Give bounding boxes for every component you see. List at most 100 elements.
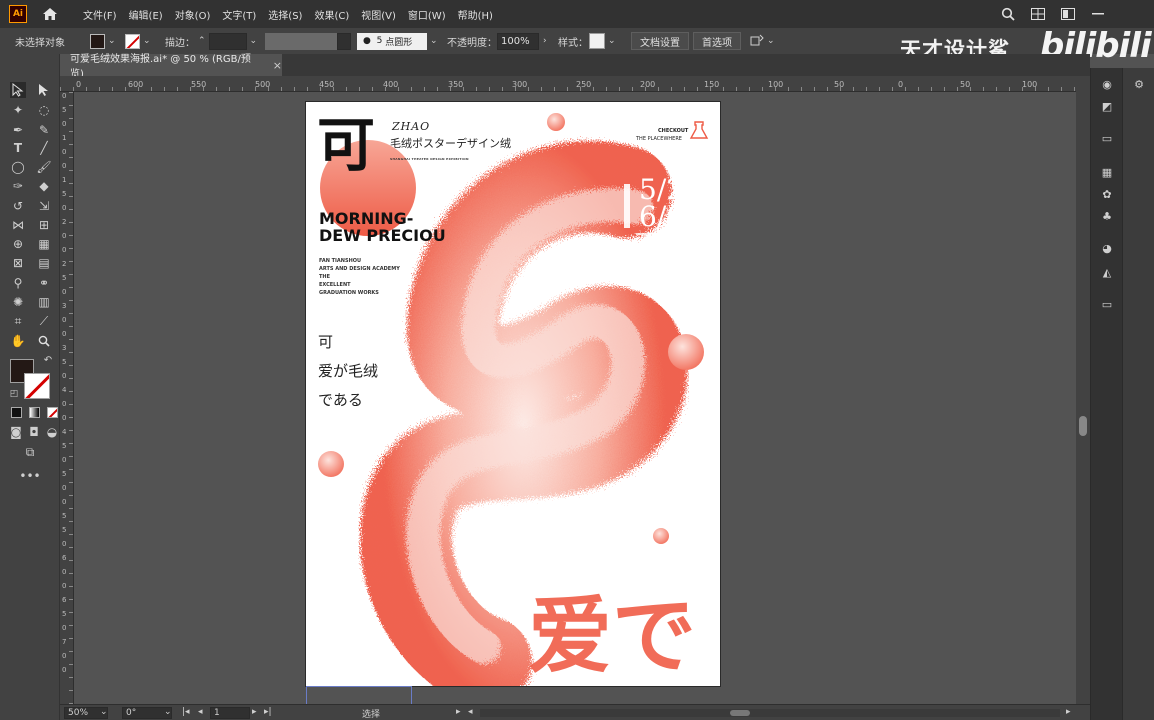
scroll-right-icon[interactable]: ▸ (1066, 707, 1071, 717)
fill-color-control[interactable]: ⌄ (90, 32, 116, 50)
stroke-weight-input[interactable] (208, 32, 247, 50)
document-setup-button[interactable]: 文档设置 (631, 32, 689, 50)
minimize-icon[interactable] (1088, 4, 1108, 24)
selection-tool-icon[interactable] (10, 82, 26, 98)
zoom-tool-icon[interactable] (36, 333, 52, 349)
menu-object[interactable]: 对象(O) (175, 7, 211, 22)
shape-builder-icon[interactable]: ⊕ (10, 236, 26, 252)
curvature-tool-icon[interactable]: ✎ (36, 122, 52, 138)
document-tab[interactable]: 可爱毛绒效果海报.ai* @ 50 % (RGB/预览) × (60, 54, 282, 80)
menu-view[interactable]: 视图(V) (361, 7, 396, 22)
rotate-tool-icon[interactable]: ↺ (10, 198, 26, 214)
eyedropper-icon[interactable]: ⚲ (10, 275, 26, 291)
eraser-icon[interactable]: ◆ (36, 178, 52, 194)
scrollbar-thumb[interactable] (730, 710, 750, 716)
line-tool-icon[interactable]: ╱ (36, 140, 52, 156)
pen-tool-icon[interactable]: ✒ (10, 122, 26, 138)
color-guide-icon[interactable]: ◩ (1099, 98, 1115, 114)
more-tools-icon[interactable]: ••• (19, 468, 40, 484)
mesh-tool-icon[interactable]: ⊠ (10, 255, 26, 271)
free-transform-icon[interactable]: ⊞ (36, 217, 52, 233)
stroke-color-control[interactable]: ⌄ (125, 32, 151, 50)
chevron-down-icon[interactable]: ⌄ (100, 707, 108, 717)
opacity-input[interactable]: 100% (497, 32, 539, 50)
blend-tool-icon[interactable]: ⚭ (36, 275, 52, 291)
last-artboard-icon[interactable]: ▸| (264, 707, 272, 717)
lasso-icon[interactable]: ◌ (36, 102, 52, 118)
none-mode-icon[interactable] (44, 404, 60, 420)
menu-select[interactable]: 选择(S) (268, 7, 302, 22)
artboard-index-input[interactable]: 1 (210, 707, 250, 719)
default-colors-icon[interactable]: ◰ (6, 386, 22, 402)
color-panel-icon[interactable]: ◉ (1099, 76, 1115, 92)
appearance-icon[interactable]: ◭ (1099, 264, 1115, 280)
next-artboard-icon[interactable]: ▸ (252, 707, 257, 717)
search-icon[interactable] (998, 4, 1018, 24)
ruler-label: 500 (255, 80, 271, 89)
previous-artboard-icon[interactable]: ◂ (198, 707, 203, 717)
variable-width-profile[interactable] (265, 32, 351, 50)
draw-inside-icon[interactable]: ◒ (44, 424, 60, 440)
column-graph-icon[interactable]: ▥ (36, 294, 52, 310)
scrollbar-thumb[interactable] (1079, 416, 1087, 436)
preferences-button[interactable]: 首选项 (693, 32, 741, 50)
slice-tool-icon[interactable]: ⟋ (36, 313, 52, 329)
width-tool-icon[interactable]: ⋈ (10, 217, 26, 233)
paintbrush-icon[interactable]: 🖌 (36, 159, 52, 175)
menu-file[interactable]: 文件(F) (83, 7, 117, 22)
workspace-icon[interactable] (1028, 4, 1048, 24)
stroke-swatch[interactable] (24, 373, 50, 399)
screen-mode-icon[interactable]: ⧉ (22, 444, 38, 460)
brushes-icon[interactable]: ✿ (1099, 186, 1115, 202)
canvas[interactable]: 可 ZHAO 毛绒ポスターデザイン绒 SHANGHAI THEATER DESI… (74, 92, 1076, 704)
arrange-icon[interactable] (1058, 4, 1078, 24)
menu-effect[interactable]: 效果(C) (314, 7, 349, 22)
perspective-grid-icon[interactable]: ▦ (36, 236, 52, 252)
horizontal-scrollbar[interactable] (480, 709, 1060, 717)
menu-edit[interactable]: 编辑(E) (129, 7, 163, 22)
first-artboard-icon[interactable]: |◂ (182, 707, 190, 717)
chevron-down-icon: ⌄ (608, 36, 616, 46)
direct-selection-tool-icon[interactable] (36, 82, 52, 98)
hand-tool-icon[interactable]: ✋ (10, 333, 26, 349)
horizontal-ruler: 0 600 550 500 450 400 350 300 250 200 15… (60, 76, 1076, 92)
chevron-down-icon: ⌄ (767, 36, 775, 46)
ruler-label: 0 (62, 624, 67, 632)
status-menu-arrow-icon[interactable]: ▸ (456, 707, 461, 717)
comments-icon[interactable]: ▭ (1099, 130, 1115, 146)
chevron-down-icon[interactable]: ⌄ (164, 707, 172, 717)
gradient-tool-icon[interactable]: ▤ (36, 255, 52, 271)
color-mode-icon[interactable] (8, 404, 24, 420)
graphic-styles-icon[interactable]: ◕ (1099, 240, 1115, 256)
scroll-left-icon[interactable]: ◂ (468, 707, 473, 717)
graphic-style-control[interactable]: ⌄ (589, 32, 616, 50)
scale-tool-icon[interactable]: ⇲ (36, 198, 52, 214)
layers-icon[interactable]: ▭ (1099, 296, 1115, 312)
shaper-tool-icon[interactable]: ✑ (10, 178, 26, 194)
vertical-scrollbar[interactable] (1076, 76, 1090, 704)
magic-wand-icon[interactable]: ✦ (10, 102, 26, 118)
draw-normal-icon[interactable]: ◙ (8, 424, 24, 440)
menu-window[interactable]: 窗口(W) (408, 7, 446, 22)
stroke-weight-stepper[interactable]: ⌃ ⌄ (198, 32, 257, 50)
opacity-control[interactable]: 100% › (497, 32, 547, 50)
status-mode[interactable]: 选择 (362, 707, 380, 720)
poster-checkout: CHECKOUT (658, 128, 689, 134)
arrange-documents-icon[interactable]: ⌄ (750, 32, 775, 50)
menu-type[interactable]: 文字(T) (222, 7, 256, 22)
type-tool-icon[interactable]: T (10, 140, 26, 156)
home-icon[interactable] (41, 5, 59, 23)
swap-colors-icon[interactable]: ↶ (40, 352, 56, 368)
symbol-sprayer-icon[interactable]: ✺ (10, 294, 26, 310)
properties-icon[interactable]: ⚙ (1131, 76, 1147, 92)
close-icon[interactable]: × (273, 59, 282, 72)
draw-behind-icon[interactable]: ◘ (26, 424, 42, 440)
symbols-icon[interactable]: ♣ (1099, 208, 1115, 224)
swatches-icon[interactable]: ▦ (1099, 164, 1115, 180)
gradient-mode-icon[interactable] (26, 404, 42, 420)
artboard-tool-icon[interactable]: ⌗ (10, 313, 26, 329)
artboard[interactable]: 可 ZHAO 毛绒ポスターデザイン绒 SHANGHAI THEATER DESI… (306, 102, 720, 686)
menu-help[interactable]: 帮助(H) (458, 7, 493, 22)
ellipse-tool-icon[interactable]: ◯ (10, 159, 26, 175)
brush-definition[interactable]: ● 5 点圆形 ⌄ (357, 32, 438, 50)
